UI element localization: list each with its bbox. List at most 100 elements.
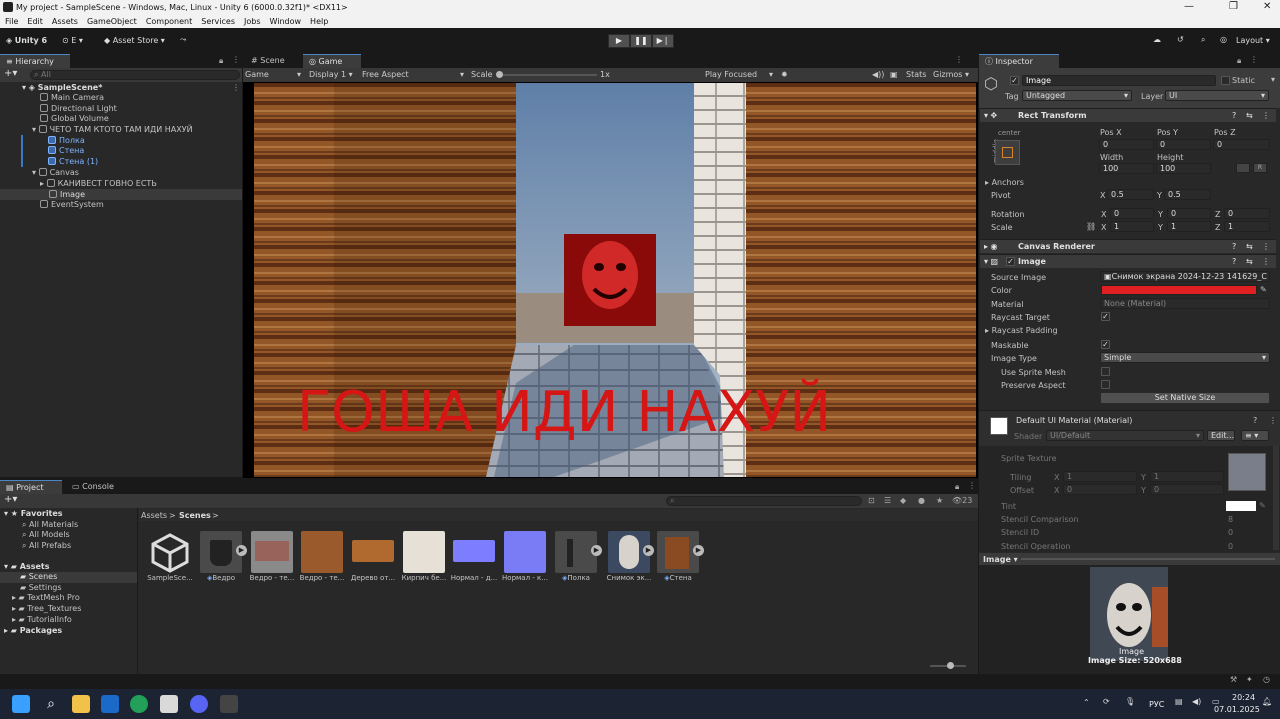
- tree-scenes[interactable]: ▰ Scenes: [20, 572, 57, 582]
- progress-icon[interactable]: ◷: [1263, 675, 1270, 684]
- set-native-size-button[interactable]: Set Native Size: [1100, 392, 1270, 404]
- rot-y-field[interactable]: 0: [1167, 208, 1211, 219]
- tree-all-models[interactable]: ⌕ All Models: [22, 530, 70, 540]
- rect-transform-header[interactable]: ▾ ✥ Rect Transform ? ⇆ ⋮: [980, 108, 1276, 122]
- debug-icon[interactable]: ✦: [1246, 675, 1253, 684]
- info-icon[interactable]: ●: [918, 496, 925, 505]
- hierarchy-item-image[interactable]: Image: [49, 190, 85, 200]
- asset-normal-map-2[interactable]: [504, 531, 546, 573]
- stencil-operation-value[interactable]: 0: [1228, 542, 1233, 551]
- anchor-preset-button[interactable]: [995, 140, 1020, 165]
- asset-brick-texture[interactable]: [403, 531, 445, 573]
- raw-edit-button[interactable]: R: [1253, 163, 1267, 173]
- asset-wood-material[interactable]: [352, 540, 394, 562]
- expand-prefab-icon[interactable]: ▶: [693, 545, 704, 556]
- tree-tutorialinfo[interactable]: ▸ ▰ TutorialInfo: [12, 615, 72, 625]
- hierarchy-item-canvas-child[interactable]: ▸ КАНИВЕСТ ГОВНО ЕСТЬ: [40, 179, 157, 189]
- blueprint-mode-button[interactable]: [1236, 163, 1250, 173]
- search-icon[interactable]: ⌕: [42, 695, 60, 713]
- tab-game[interactable]: ◎ Game: [303, 54, 361, 68]
- tree-textmesh-pro[interactable]: ▸ ▰ TextMesh Pro: [12, 593, 80, 603]
- pos-z-field[interactable]: 0: [1213, 139, 1270, 150]
- scene-more-icon[interactable]: ⋮: [232, 83, 240, 92]
- height-field[interactable]: 100: [1156, 163, 1211, 174]
- eyedropper-icon[interactable]: ✎: [1260, 285, 1267, 294]
- preview-header[interactable]: Image ▾: [979, 553, 1280, 565]
- tray-mic-icon[interactable]: 🎙︎: [1125, 697, 1135, 706]
- stats-button[interactable]: Stats: [906, 69, 926, 81]
- display-dropdown[interactable]: Display 1 ▾: [309, 69, 359, 81]
- tint-swatch[interactable]: [1226, 501, 1256, 511]
- sprite-texture-thumbnail[interactable]: [1228, 453, 1266, 491]
- menu-edit[interactable]: Edit: [27, 15, 43, 28]
- clock-time[interactable]: 20:24: [1232, 693, 1255, 702]
- scale-slider[interactable]: [497, 74, 597, 76]
- pivot-x-field[interactable]: 0.5: [1107, 189, 1154, 200]
- menu-window[interactable]: Window: [270, 15, 302, 28]
- rot-z-field[interactable]: 0: [1224, 208, 1270, 219]
- language-indicator[interactable]: РУС: [1149, 700, 1164, 709]
- hierarchy-item-polka[interactable]: Полка: [48, 136, 85, 146]
- tree-settings[interactable]: ▰ Settings: [20, 583, 62, 593]
- stencil-id-value[interactable]: 0: [1228, 528, 1233, 537]
- inspector-scrollbar[interactable]: [1273, 446, 1279, 550]
- scale-x-field[interactable]: 1: [1110, 221, 1154, 232]
- play-button[interactable]: ▶: [608, 34, 630, 48]
- step-button[interactable]: ▶❘: [652, 34, 674, 48]
- raycast-padding-foldout[interactable]: ▸ Raycast Padding: [985, 326, 1058, 335]
- tab-scene[interactable]: # Scene: [245, 54, 301, 68]
- menu-jobs[interactable]: Jobs: [244, 15, 261, 28]
- project-search-input[interactable]: ⌕: [666, 496, 862, 506]
- menu-gameobject[interactable]: GameObject: [87, 15, 137, 28]
- tiling-y-field[interactable]: 1: [1150, 471, 1224, 482]
- gizmos-dropdown[interactable]: Gizmos ▾: [933, 69, 969, 81]
- start-menu-icon[interactable]: [12, 695, 30, 713]
- component-menu-icon[interactable]: ⋮: [1269, 416, 1277, 425]
- clock-date[interactable]: 07.01.2025: [1214, 705, 1260, 714]
- game-viewport[interactable]: ГОША ИДИ НАХУЙ: [254, 83, 976, 477]
- help-icon[interactable]: ?: [1253, 416, 1257, 425]
- search-by-type-icon[interactable]: ⊡: [868, 496, 875, 505]
- stencil-comparison-value[interactable]: 8: [1228, 515, 1233, 524]
- preview-dropdown[interactable]: Image ▾: [983, 555, 1018, 564]
- game-mode-dropdown[interactable]: Game ▾: [245, 69, 303, 81]
- search-icon[interactable]: ⌕: [1201, 35, 1205, 45]
- lock-icon[interactable]: 🔒︎: [1237, 56, 1241, 66]
- asset-normal-map-1[interactable]: [453, 540, 495, 562]
- tree-tree-textures[interactable]: ▸ ▰ Tree_Textures: [12, 604, 81, 614]
- screenshot-icon[interactable]: ▣: [890, 69, 898, 81]
- aspect-dropdown[interactable]: Free Aspect ▾: [362, 69, 466, 81]
- tab-console[interactable]: ▭ Console: [66, 480, 128, 494]
- canvas-renderer-header[interactable]: ▸ ◉ Canvas Renderer ? ⇆ ⋮: [980, 239, 1276, 253]
- static-checkbox[interactable]: [1221, 76, 1230, 85]
- pivot-y-field[interactable]: 0.5: [1164, 189, 1211, 200]
- rot-x-field[interactable]: 0: [1110, 208, 1154, 219]
- color-swatch[interactable]: [1101, 285, 1257, 295]
- account-button[interactable]: ⊙ E ▾: [62, 36, 83, 45]
- maximize-icon[interactable]: ❐: [1229, 1, 1238, 12]
- icon-size-slider-handle[interactable]: [947, 662, 954, 669]
- scale-slider-handle[interactable]: [496, 71, 503, 78]
- history-icon[interactable]: ↺: [1177, 35, 1184, 44]
- hierarchy-item-stena[interactable]: Стена: [48, 146, 84, 156]
- layer-dropdown[interactable]: UI ▾: [1165, 90, 1269, 101]
- lock-icon[interactable]: 🔒︎: [955, 482, 959, 492]
- file-explorer-icon[interactable]: [72, 695, 90, 713]
- favorite-icon[interactable]: ★: [936, 496, 943, 505]
- hierarchy-item-group[interactable]: ▾ ЧЕТО ТАМ КТОТО ТАМ ИДИ НАХУЙ: [32, 125, 193, 135]
- add-icon[interactable]: +▾: [4, 68, 17, 79]
- filter-icon[interactable]: ☰: [884, 496, 891, 505]
- tree-assets[interactable]: ▾ ▰ Assets: [4, 562, 49, 572]
- settings-gear-icon[interactable]: ✹: [781, 69, 788, 81]
- unity-version-button[interactable]: ◈ Unity 6: [6, 36, 47, 45]
- hierarchy-item-directional-light[interactable]: Directional Light: [40, 104, 117, 114]
- pos-x-field[interactable]: 0: [1099, 139, 1154, 150]
- minimize-icon[interactable]: —: [1184, 1, 1194, 12]
- close-icon[interactable]: ✕: [1263, 1, 1271, 12]
- layers-icon[interactable]: ◎: [1220, 35, 1227, 44]
- eyedropper-icon[interactable]: ✎: [1259, 501, 1266, 510]
- asset-scene[interactable]: [149, 531, 191, 573]
- asset-bucket-texture-1[interactable]: [251, 531, 293, 573]
- cache-icon[interactable]: ⚒: [1230, 675, 1237, 684]
- material-field[interactable]: None (Material): [1100, 298, 1270, 309]
